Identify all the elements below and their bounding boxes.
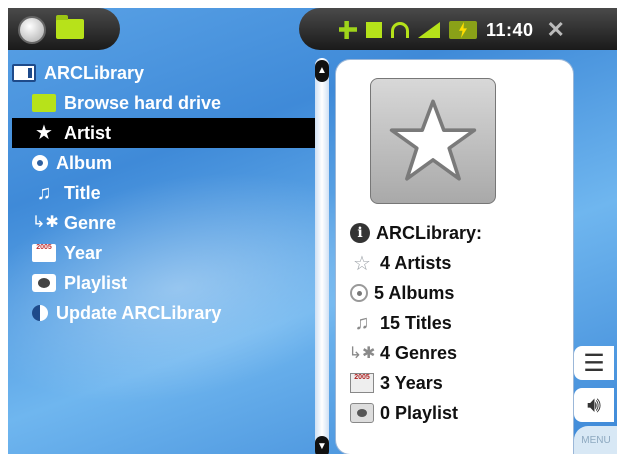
list-item-album[interactable]: Album (12, 148, 322, 178)
status-bar: 11:40 ✕ (299, 8, 617, 50)
stat-label: 5 Albums (374, 282, 455, 303)
artist-cover-art (370, 78, 496, 204)
genre-icon: ↳✱ (348, 345, 376, 362)
list-item-label: Playlist (64, 272, 128, 293)
list-view-icon: ☰ (583, 349, 605, 377)
list-item-label: ARCLibrary (44, 62, 145, 83)
music-note-icon: ♫ (36, 182, 52, 204)
library-stats: i ARCLibrary: ☆ 4 Artists 5 Albums ♫ 15 … (348, 218, 570, 428)
playlist-icon (32, 274, 56, 292)
list-item-playlist[interactable]: Playlist (12, 268, 322, 298)
stats-header-label: ARCLibrary: (376, 222, 483, 243)
folder-icon (32, 94, 56, 112)
calendar-icon: 2005 (32, 244, 56, 262)
device-screen: 11:40 ✕ ARCLibrary Browse hard drive ★ A… (8, 8, 617, 454)
list-item-arclibrary[interactable]: ARCLibrary (12, 58, 322, 88)
update-icon (32, 305, 48, 321)
list-item-year[interactable]: 2005 Year (12, 238, 322, 268)
stat-genres: ↳✱ 4 Genres (348, 338, 570, 368)
list-item-label: Album (56, 152, 112, 173)
scroll-up-icon[interactable]: ▲ (315, 60, 329, 82)
star-icon: ☆ (353, 252, 371, 275)
top-left-bar (8, 8, 120, 50)
calendar-icon: 2005 (350, 373, 374, 393)
star-icon: ★ (35, 122, 53, 144)
green-square-icon (366, 22, 382, 38)
stat-label: 15 Titles (380, 312, 452, 333)
stat-label: 4 Genres (380, 342, 458, 363)
library-icon (12, 64, 36, 82)
speaker-icon: 🔊︎ (587, 392, 601, 417)
list-item-title[interactable]: ♫ Title (12, 178, 322, 208)
headphones-icon (391, 22, 409, 38)
scrollbar-track[interactable] (315, 58, 329, 454)
playlist-icon (350, 403, 374, 423)
battery-charging-icon (449, 21, 477, 39)
back-icon[interactable] (18, 16, 46, 44)
volume-button[interactable]: 🔊︎ (574, 388, 614, 422)
disc-icon (32, 155, 48, 171)
disc-icon (350, 284, 368, 302)
list-item-label: Year (64, 242, 103, 263)
library-list: ARCLibrary Browse hard drive ★ Artist Al… (12, 58, 322, 328)
clock-time: 11:40 (486, 19, 534, 40)
list-item-label: Title (64, 182, 101, 203)
stat-label: 3 Years (380, 372, 443, 393)
stats-header: i ARCLibrary: (350, 218, 570, 248)
close-icon[interactable]: ✕ (547, 17, 565, 43)
stat-artists: ☆ 4 Artists (350, 248, 570, 278)
stat-albums: 5 Albums (350, 278, 570, 308)
list-item-genre[interactable]: ↳✱ Genre (12, 208, 322, 238)
signal-icon (418, 22, 440, 38)
list-item-browse-hard-drive[interactable]: Browse hard drive (12, 88, 322, 118)
list-view-button[interactable]: ☰ (574, 346, 614, 380)
stat-label: 4 Artists (380, 252, 452, 273)
power-plug-icon (339, 21, 357, 39)
star-icon (389, 99, 477, 181)
info-panel: i ARCLibrary: ☆ 4 Artists 5 Albums ♫ 15 … (336, 60, 573, 454)
list-item-update-arclibrary[interactable]: Update ARCLibrary (12, 298, 322, 328)
list-item-label: Browse hard drive (64, 92, 222, 113)
list-item-label: Artist (64, 122, 112, 143)
stat-playlists: 0 Playlist (350, 398, 570, 428)
list-item-label: Update ARCLibrary (56, 302, 222, 323)
stat-years: 2005 3 Years (350, 368, 570, 398)
list-item-artist[interactable]: ★ Artist (12, 118, 322, 148)
genre-icon: ↳✱ (32, 214, 59, 231)
stat-titles: ♫ 15 Titles (350, 308, 570, 338)
scroll-down-icon[interactable]: ▼ (315, 436, 329, 454)
music-note-icon: ♫ (354, 311, 370, 334)
menu-button[interactable]: MENU (574, 426, 617, 454)
folder-icon[interactable] (56, 15, 84, 39)
info-icon: i (350, 223, 370, 243)
list-item-label: Genre (64, 212, 117, 233)
stat-label: 0 Playlist (380, 402, 459, 423)
